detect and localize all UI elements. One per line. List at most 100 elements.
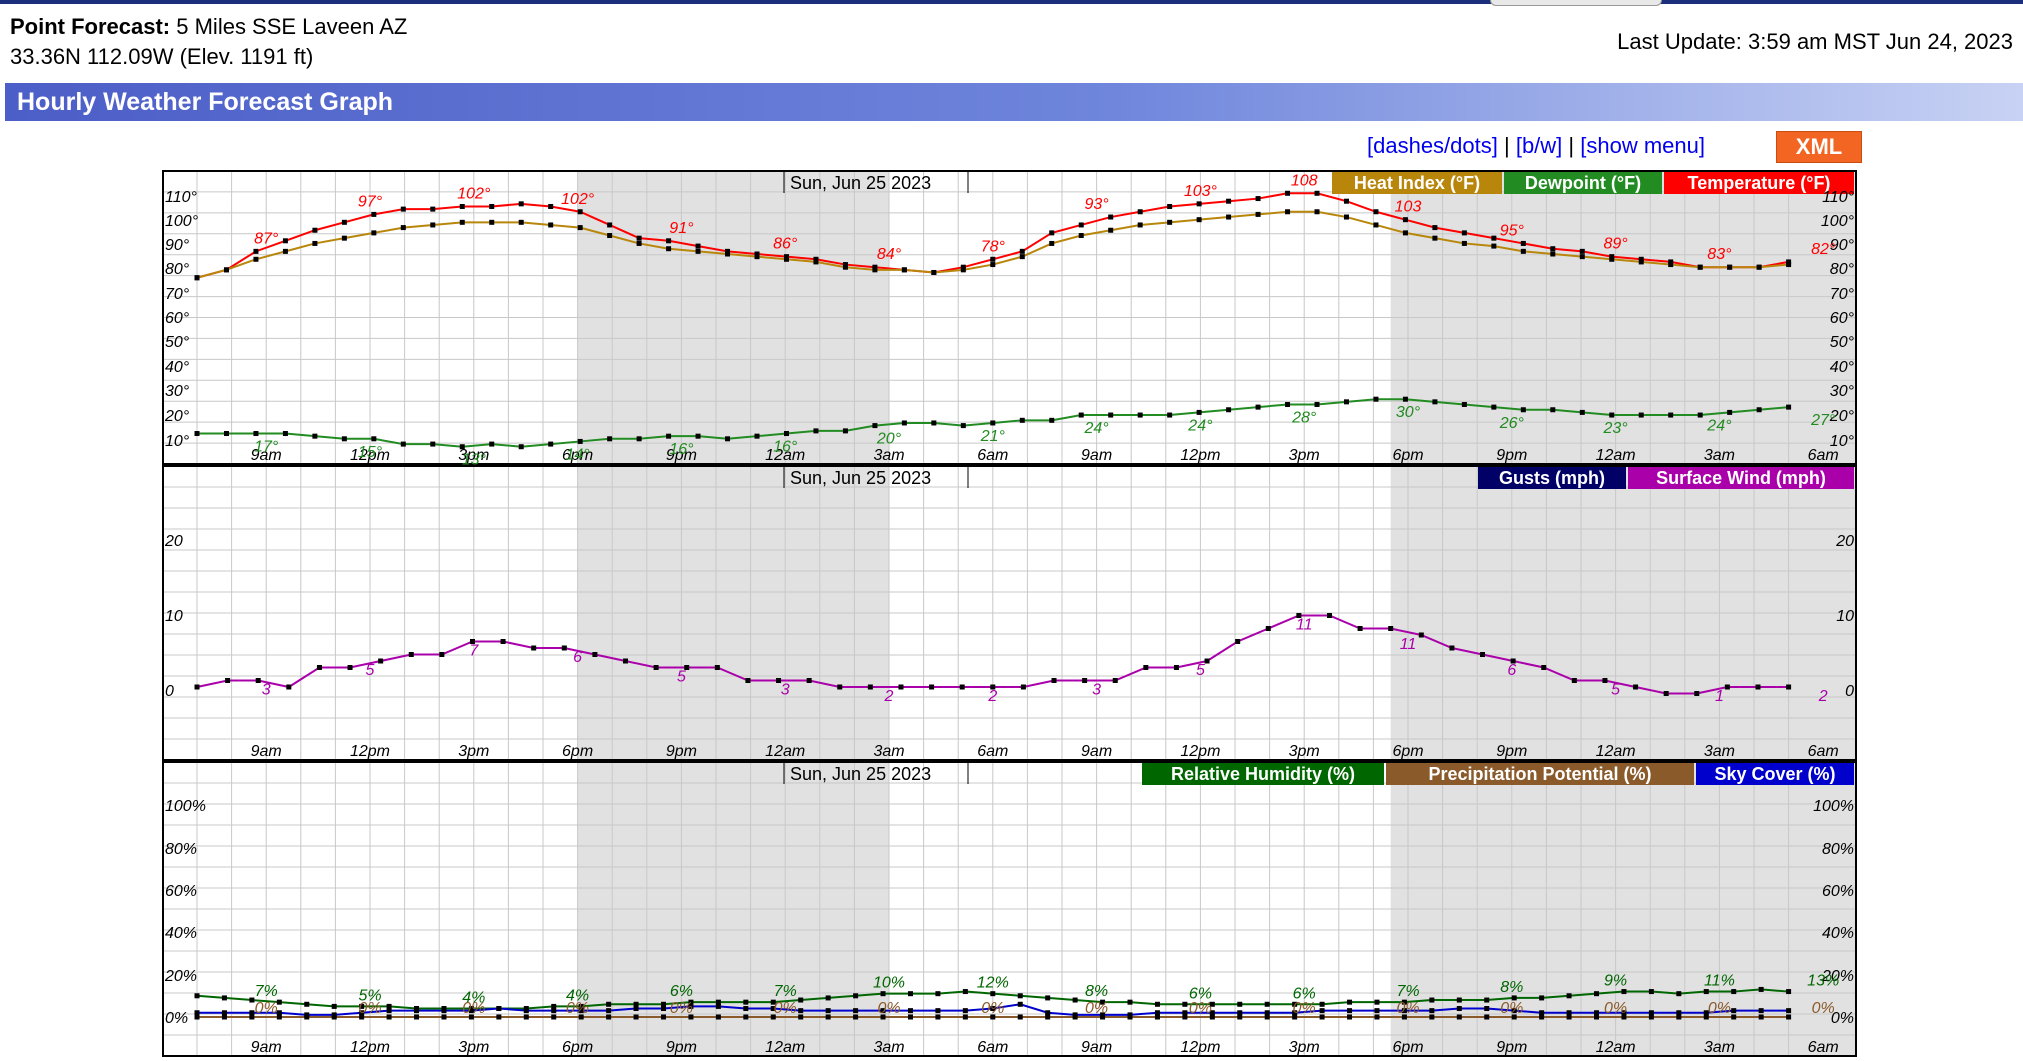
data-point xyxy=(1019,254,1025,260)
data-point xyxy=(1314,190,1320,196)
data-label: 16° xyxy=(669,441,694,458)
data-point xyxy=(907,1014,913,1020)
data-label: 95° xyxy=(1500,222,1525,239)
data-point xyxy=(607,222,613,228)
data-point xyxy=(253,431,259,437)
data-label: 7% xyxy=(774,983,797,1000)
data-point xyxy=(255,678,261,683)
x-tick-label: 6am xyxy=(1808,1039,1839,1056)
data-label: 103° xyxy=(1184,183,1218,200)
data-label: 5 xyxy=(1196,662,1205,679)
x-tick-label: 9pm xyxy=(1496,1039,1527,1056)
y-tick-label: 50° xyxy=(165,334,190,351)
data-point xyxy=(1196,217,1202,223)
data-label: 11% xyxy=(1704,973,1735,990)
data-point xyxy=(1357,626,1363,631)
y-tick-label: 60% xyxy=(1822,883,1854,900)
data-point xyxy=(1319,1001,1325,1007)
data-point xyxy=(1314,209,1320,215)
data-point xyxy=(312,433,318,439)
data-point xyxy=(1456,997,1462,1003)
data-point xyxy=(1143,665,1149,670)
y-tick-label: 0% xyxy=(165,1010,188,1027)
data-point xyxy=(221,995,227,1001)
data-point xyxy=(1429,1008,1435,1014)
data-label: 24° xyxy=(1187,417,1213,434)
data-point xyxy=(1756,264,1762,270)
y-tick-label: 80° xyxy=(1830,261,1855,278)
data-point xyxy=(1374,999,1380,1005)
data-point xyxy=(990,991,996,997)
x-tick-label: 3pm xyxy=(1289,447,1320,464)
data-point xyxy=(1264,1010,1270,1016)
x-tick-label: 6pm xyxy=(1392,1039,1423,1056)
x-tick-label: 6pm xyxy=(562,743,593,760)
data-point xyxy=(1648,1010,1654,1016)
y-tick-label: 80° xyxy=(165,261,190,278)
data-point xyxy=(1579,409,1585,415)
data-point xyxy=(607,436,613,442)
data-point xyxy=(901,420,907,426)
data-point xyxy=(561,645,567,651)
x-tick-label: 3pm xyxy=(458,1039,489,1056)
data-point xyxy=(1727,264,1733,270)
data-point xyxy=(1786,262,1792,268)
y-tick-label: 40° xyxy=(1830,359,1855,376)
data-point xyxy=(661,1014,667,1020)
data-point xyxy=(1108,412,1114,418)
y-tick-label: 0 xyxy=(165,683,174,700)
data-label: 0% xyxy=(1708,1000,1731,1017)
data-point xyxy=(825,1008,831,1014)
y-tick-label: 100% xyxy=(1813,798,1854,815)
data-point xyxy=(1051,678,1057,683)
data-label: 0% xyxy=(1293,1000,1316,1017)
data-point xyxy=(1343,399,1349,405)
data-point xyxy=(1112,678,1118,683)
data-point xyxy=(1461,240,1467,246)
data-point xyxy=(386,1014,392,1020)
y-tick-label: 80% xyxy=(165,841,197,858)
data-label: 102° xyxy=(457,185,491,202)
chart-panel-1: Sun, Jun 25 2023 Temperature (°F) Dewpoint… xyxy=(162,170,1857,469)
data-point xyxy=(960,267,966,273)
data-label: 0% xyxy=(981,1000,1004,1017)
x-tick-label: 6am xyxy=(977,743,1008,760)
data-point xyxy=(1237,1001,1243,1007)
date-label: Sun, Jun 25 2023 xyxy=(790,173,931,193)
data-point xyxy=(459,219,465,225)
data-point xyxy=(518,219,524,225)
y-tick-label: 20 xyxy=(164,533,183,550)
data-point xyxy=(653,665,659,670)
data-point xyxy=(1388,626,1394,631)
data-point xyxy=(606,1008,612,1014)
data-point xyxy=(548,203,554,209)
data-point xyxy=(1550,251,1556,257)
data-point xyxy=(1343,214,1349,220)
data-point xyxy=(1319,1014,1325,1020)
data-label: 26° xyxy=(1499,415,1525,432)
data-point xyxy=(221,1010,227,1016)
data-point xyxy=(577,225,583,231)
data-point xyxy=(341,235,347,241)
data-label: 2 xyxy=(1818,688,1828,705)
x-tick-label: 12am xyxy=(765,743,805,760)
data-point xyxy=(715,1014,721,1020)
data-point xyxy=(1429,997,1435,1003)
data-label: 11 xyxy=(1296,617,1313,634)
data-point xyxy=(1078,233,1084,239)
data-point xyxy=(1429,1014,1435,1020)
data-point xyxy=(1196,409,1202,415)
data-point xyxy=(286,684,292,690)
y-tick-label: 0 xyxy=(1845,683,1854,700)
data-point xyxy=(1432,235,1438,241)
data-label: 13% xyxy=(1807,973,1839,990)
data-point xyxy=(1491,243,1497,249)
data-point xyxy=(695,433,701,439)
data-label: 0% xyxy=(1500,1000,1523,1017)
data-point xyxy=(853,1014,859,1020)
y-tick-label: 40% xyxy=(1822,925,1854,942)
x-tick-label: 12am xyxy=(765,1039,805,1056)
x-tick-label: 6pm xyxy=(1392,447,1423,464)
data-point xyxy=(695,243,701,249)
data-point xyxy=(931,420,937,426)
